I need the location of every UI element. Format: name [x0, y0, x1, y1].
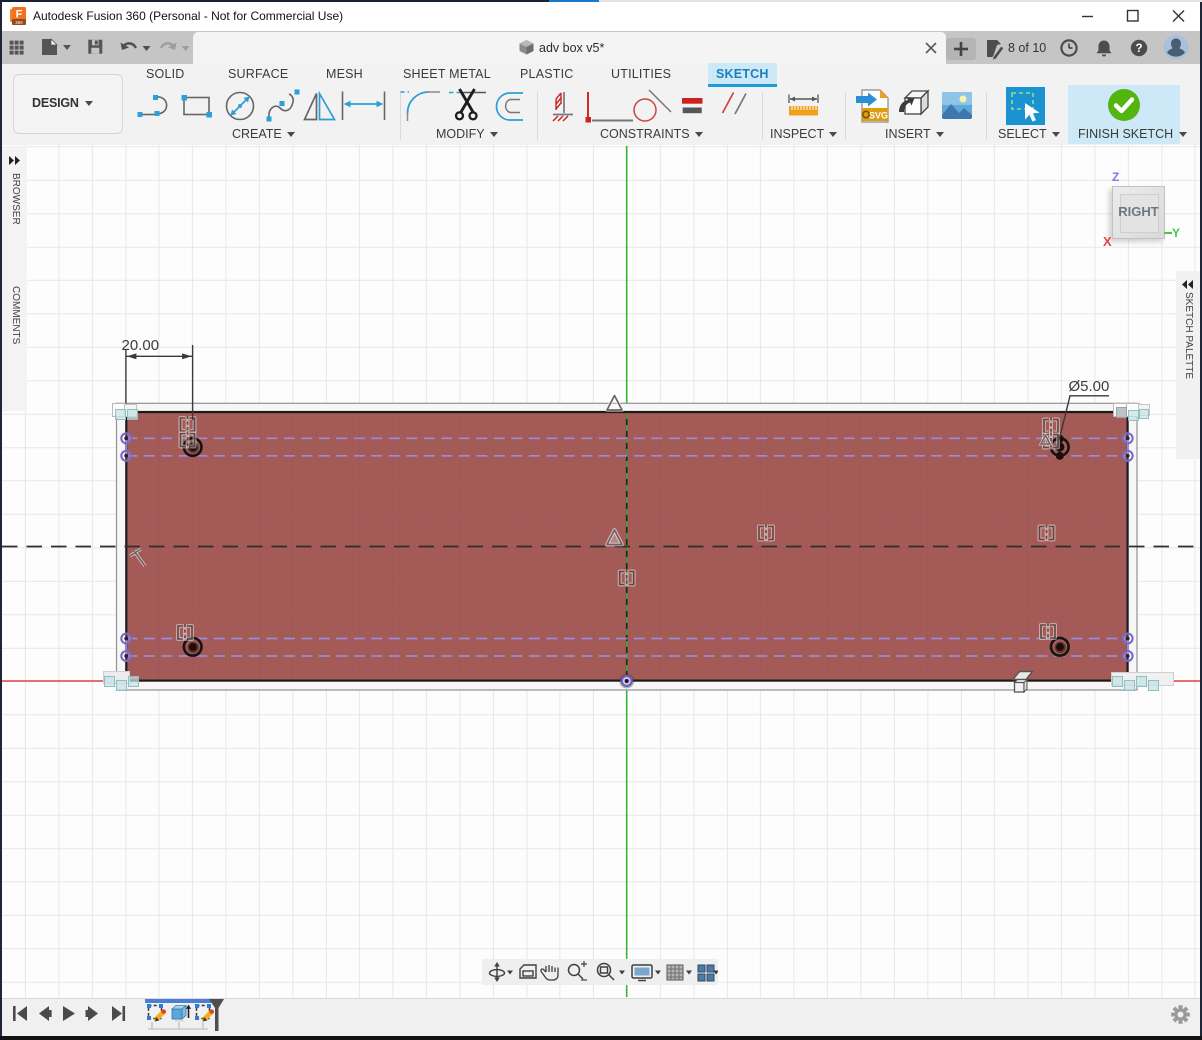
svg-text:Ø5.00: Ø5.00 — [1069, 378, 1110, 395]
svg-text:20.00: 20.00 — [122, 337, 160, 354]
